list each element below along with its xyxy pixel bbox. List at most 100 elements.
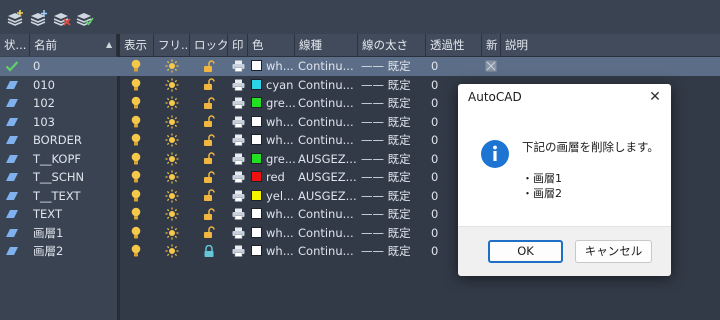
layer-lineweight[interactable]: —— 既定 <box>361 168 423 186</box>
layer-transparency[interactable]: 0 <box>431 76 461 94</box>
layer-lineweight[interactable]: —— 既定 <box>361 187 423 205</box>
sun-icon[interactable] <box>164 113 180 131</box>
layer-color-name[interactable]: gre... <box>266 150 295 168</box>
layer-name[interactable]: 010 <box>33 76 115 94</box>
printer-icon[interactable] <box>230 205 246 223</box>
layer-transparency[interactable]: 0 <box>431 205 461 223</box>
sun-icon[interactable] <box>164 150 180 168</box>
delete-layer-icon[interactable] <box>52 9 72 27</box>
layer-name[interactable]: TEXT <box>33 205 115 223</box>
new-layer-icon[interactable] <box>6 9 26 27</box>
printer-icon[interactable] <box>230 168 246 186</box>
col-linetype[interactable]: 線種 <box>295 34 358 56</box>
layer-lineweight[interactable]: —— 既定 <box>361 94 423 112</box>
bulb-icon[interactable] <box>128 113 144 131</box>
layer-lineweight[interactable]: —— 既定 <box>361 57 423 75</box>
bulb-icon[interactable] <box>128 205 144 223</box>
layer-name[interactable]: 102 <box>33 94 115 112</box>
color-swatch[interactable] <box>251 208 262 219</box>
layer-name[interactable]: 画層1 <box>33 224 115 242</box>
bulb-icon[interactable] <box>128 94 144 112</box>
bulb-icon[interactable] <box>128 57 144 75</box>
unlock-icon[interactable] <box>201 57 217 75</box>
printer-icon[interactable] <box>230 57 246 75</box>
col-status[interactable]: 状... <box>0 34 30 56</box>
unlock-icon[interactable] <box>201 224 217 242</box>
unlock-icon[interactable] <box>201 94 217 112</box>
layer-transparency[interactable]: 0 <box>431 187 461 205</box>
bulb-icon[interactable] <box>128 76 144 94</box>
layer-color-name[interactable]: wh... <box>266 57 295 75</box>
layer-color-name[interactable]: wh... <box>266 113 295 131</box>
layer-color-name[interactable]: wh... <box>266 224 295 242</box>
layer-transparency[interactable]: 0 <box>431 113 461 131</box>
printer-icon[interactable] <box>230 94 246 112</box>
layer-name[interactable]: 0 <box>33 57 115 75</box>
col-description[interactable]: 説明 <box>501 34 720 56</box>
printer-icon[interactable] <box>230 187 246 205</box>
col-lock[interactable]: ロック <box>190 34 228 56</box>
color-swatch[interactable] <box>251 189 262 201</box>
color-swatch[interactable] <box>251 134 262 145</box>
printer-icon[interactable] <box>230 242 246 260</box>
ok-button[interactable]: OK <box>488 240 563 263</box>
printer-icon[interactable] <box>230 150 246 168</box>
layer-linetype[interactable]: Continu... <box>298 224 356 242</box>
col-name[interactable]: 名前 <box>30 34 117 56</box>
cancel-button[interactable]: キャンセル <box>575 240 652 263</box>
col-transparency[interactable]: 透過性 <box>426 34 482 56</box>
layer-color-name[interactable]: cyan <box>266 76 295 94</box>
bulb-icon[interactable] <box>128 187 144 205</box>
layer-color-name[interactable]: red <box>266 168 295 186</box>
col-new-vp-freeze[interactable]: 新 <box>482 34 501 56</box>
unlock-icon[interactable] <box>201 150 217 168</box>
layer-transparency[interactable]: 0 <box>431 131 461 149</box>
layer-transparency[interactable]: 0 <box>431 224 461 242</box>
printer-icon[interactable] <box>230 76 246 94</box>
sun-icon[interactable] <box>164 205 180 223</box>
unlock-icon[interactable] <box>201 168 217 186</box>
col-plot[interactable]: 印 <box>228 34 248 56</box>
layer-name[interactable]: 103 <box>33 113 115 131</box>
layer-transparency[interactable]: 0 <box>431 168 461 186</box>
sun-icon[interactable] <box>164 94 180 112</box>
layer-lineweight[interactable]: —— 既定 <box>361 113 423 131</box>
bulb-icon[interactable] <box>128 242 144 260</box>
color-swatch[interactable] <box>251 245 262 256</box>
new-vp-freeze-icon[interactable] <box>484 57 498 75</box>
set-current-icon[interactable] <box>75 9 95 27</box>
new-layer-vp-frozen-icon[interactable] <box>29 9 49 27</box>
sun-icon[interactable] <box>164 187 180 205</box>
layer-transparency[interactable]: 0 <box>431 242 461 260</box>
layer-color-name[interactable]: yel... <box>266 187 295 205</box>
layer-linetype[interactable]: Continu... <box>298 57 356 75</box>
col-freeze[interactable]: フリ... <box>154 34 190 56</box>
col-on[interactable]: 表示 <box>120 34 154 56</box>
sun-icon[interactable] <box>164 131 180 149</box>
layer-lineweight[interactable]: —— 既定 <box>361 131 423 149</box>
col-lineweight[interactable]: 線の太さ <box>358 34 426 56</box>
color-swatch[interactable] <box>251 60 262 71</box>
color-swatch[interactable] <box>251 115 262 127</box>
col-color[interactable]: 色 <box>248 34 295 56</box>
unlock-icon[interactable] <box>201 205 217 223</box>
bulb-icon[interactable] <box>128 224 144 242</box>
unlock-icon[interactable] <box>201 187 217 205</box>
layer-name[interactable]: T__KOPF <box>33 150 115 168</box>
layer-name[interactable]: T__TEXT <box>33 187 115 205</box>
layer-linetype[interactable]: Continu... <box>298 94 356 112</box>
printer-icon[interactable] <box>230 224 246 242</box>
bulb-icon[interactable] <box>128 168 144 186</box>
layer-lineweight[interactable]: —— 既定 <box>361 242 423 260</box>
layer-lineweight[interactable]: —— 既定 <box>361 76 423 94</box>
layer-transparency[interactable]: 0 <box>431 57 461 75</box>
color-swatch[interactable] <box>251 78 262 90</box>
sun-icon[interactable] <box>164 224 180 242</box>
printer-icon[interactable] <box>230 113 246 131</box>
layer-linetype[interactable]: Continu... <box>298 242 356 260</box>
color-swatch[interactable] <box>251 171 262 182</box>
color-swatch[interactable] <box>251 226 262 238</box>
sun-icon[interactable] <box>164 168 180 186</box>
bulb-icon[interactable] <box>128 131 144 149</box>
layer-linetype[interactable]: Continu... <box>298 205 356 223</box>
